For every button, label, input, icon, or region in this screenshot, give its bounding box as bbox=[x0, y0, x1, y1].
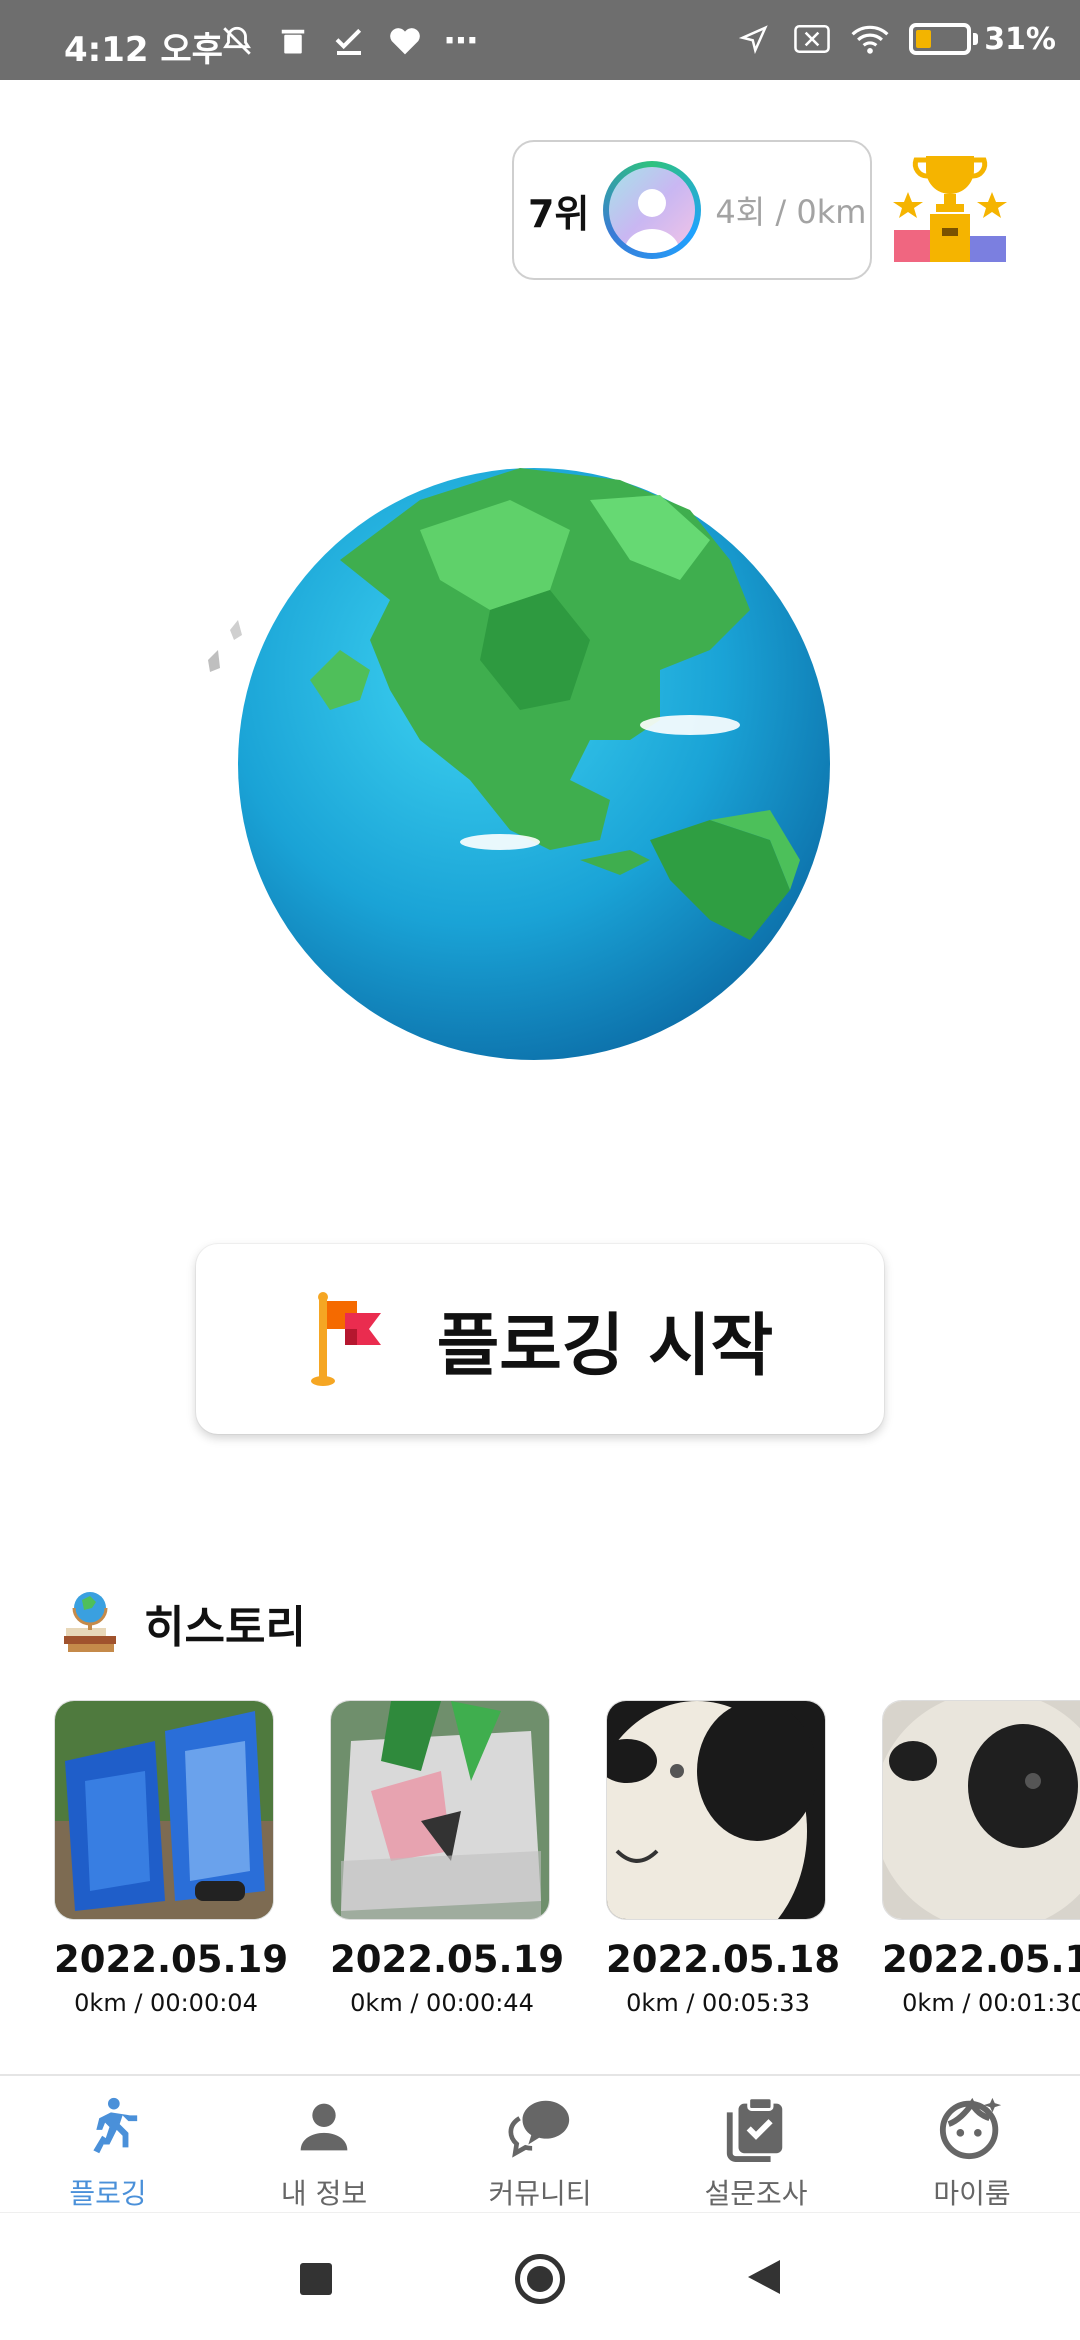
back-button[interactable] bbox=[736, 2251, 792, 2307]
status-notification-icons: ⋯ bbox=[218, 21, 480, 61]
nav-item-my-room[interactable]: 마이룸 bbox=[864, 2076, 1080, 2212]
check-icon bbox=[330, 22, 368, 60]
history-thumbnail bbox=[330, 1700, 550, 1920]
history-date: 2022.05.19 bbox=[54, 1938, 289, 1981]
rank-stats: 4회 / 0km bbox=[715, 193, 867, 231]
bottom-nav: 플로깅 내 정보 커뮤니티 설문조사 마이룸 bbox=[0, 2074, 1080, 2212]
clipboard-check-icon bbox=[721, 2092, 791, 2162]
person-icon bbox=[289, 2092, 359, 2162]
history-list[interactable]: 2022.05.19 0km / 00:00:04 2022.05.19 0km… bbox=[54, 1700, 1080, 2030]
triangle-back-icon bbox=[746, 2258, 782, 2300]
wifi-icon bbox=[851, 20, 889, 58]
home-button[interactable] bbox=[512, 2251, 568, 2307]
face-icon bbox=[937, 2092, 1007, 2162]
history-item[interactable]: 2022.05.19 0km / 00:00:44 bbox=[330, 1700, 565, 2017]
battery-indicator: 31% bbox=[909, 22, 1056, 57]
heart-icon bbox=[386, 22, 424, 60]
square-icon bbox=[300, 2263, 332, 2295]
status-time: 4:12 오후 bbox=[64, 30, 223, 70]
nav-label: 커뮤니티 bbox=[488, 2177, 592, 2210]
start-plogging-label: 플로깅 시작 bbox=[436, 1306, 774, 1386]
nav-label: 설문조사 bbox=[704, 2177, 808, 2210]
avatar bbox=[603, 161, 702, 259]
nav-item-plogging[interactable]: 플로깅 bbox=[0, 2076, 216, 2212]
history-item[interactable]: 2022.05.18 0km / 00:01:30 bbox=[882, 1700, 1080, 2017]
start-plogging-button[interactable]: 플로깅 시작 bbox=[196, 1244, 884, 1434]
history-meta: 0km / 00:05:33 bbox=[626, 1989, 810, 2017]
more-icon: ⋯ bbox=[444, 21, 478, 61]
no-sim-icon bbox=[793, 20, 831, 58]
circle-icon bbox=[515, 2254, 565, 2304]
nav-item-survey[interactable]: 설문조사 bbox=[648, 2076, 864, 2212]
recents-button[interactable] bbox=[288, 2251, 344, 2307]
history-date: 2022.05.18 bbox=[882, 1938, 1080, 1981]
bell-off-icon bbox=[218, 22, 256, 60]
history-date: 2022.05.19 bbox=[330, 1938, 565, 1981]
chat-icon bbox=[505, 2092, 575, 2162]
nav-label: 마이룸 bbox=[933, 2177, 1011, 2210]
leaderboard-trophy-icon[interactable] bbox=[890, 150, 1010, 270]
status-bar: 4:12 오후 ⋯ 31% bbox=[0, 0, 1080, 80]
flag-icon bbox=[307, 1291, 387, 1387]
globe-books-icon bbox=[60, 1588, 120, 1658]
location-arrow-icon bbox=[735, 20, 773, 58]
history-meta: 0km / 00:00:04 bbox=[74, 1989, 258, 2017]
rank-position: 7위 bbox=[528, 191, 590, 236]
history-meta: 0km / 00:00:44 bbox=[350, 1989, 534, 2017]
nav-label: 내 정보 bbox=[280, 2177, 368, 2210]
history-header: 히스토리 bbox=[60, 1588, 306, 1658]
nav-item-community[interactable]: 커뮤니티 bbox=[432, 2076, 648, 2212]
history-date: 2022.05.18 bbox=[606, 1938, 841, 1981]
battery-icon bbox=[909, 23, 972, 55]
system-nav-bar bbox=[0, 2212, 1080, 2340]
history-thumbnail bbox=[882, 1700, 1080, 1920]
history-item[interactable]: 2022.05.19 0km / 00:00:04 bbox=[54, 1700, 289, 2017]
trash-icon bbox=[274, 22, 312, 60]
rank-card[interactable]: 7위 4회 / 0km bbox=[512, 140, 872, 280]
history-thumbnail bbox=[54, 1700, 274, 1920]
history-meta: 0km / 00:01:30 bbox=[902, 1989, 1080, 2017]
history-title: 히스토리 bbox=[144, 1602, 306, 1653]
avatar-placeholder-icon bbox=[609, 167, 696, 253]
earth-globe-illustration bbox=[190, 440, 850, 1060]
battery-percent: 31% bbox=[984, 21, 1056, 57]
nav-label: 플로깅 bbox=[69, 2177, 147, 2210]
battery-fill bbox=[916, 30, 932, 48]
status-system-icons: 31% bbox=[735, 20, 1056, 58]
nav-item-my-info[interactable]: 내 정보 bbox=[216, 2076, 432, 2212]
history-thumbnail bbox=[606, 1700, 826, 1920]
running-icon bbox=[73, 2092, 143, 2162]
history-item[interactable]: 2022.05.18 0km / 00:05:33 bbox=[606, 1700, 841, 2017]
